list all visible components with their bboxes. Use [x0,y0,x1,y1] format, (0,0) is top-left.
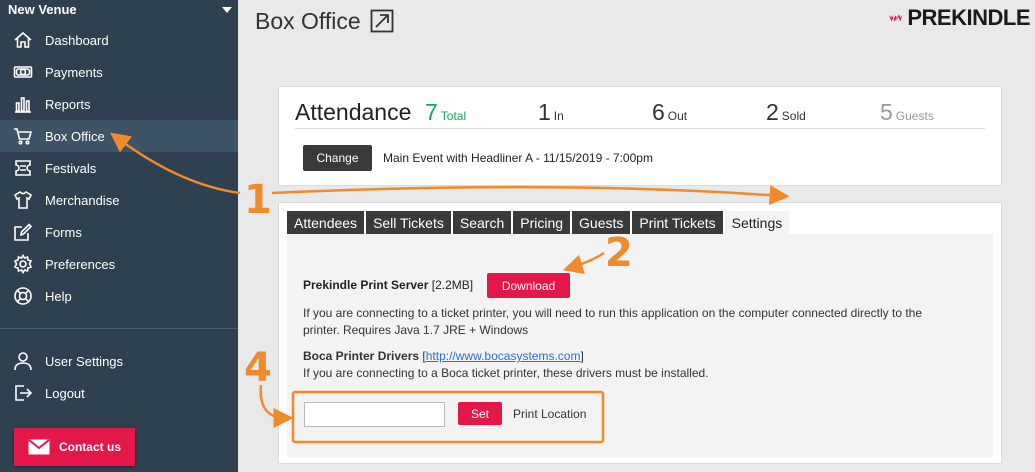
chevron-down-icon[interactable] [222,7,232,13]
sidebar-item-label: Help [45,288,72,304]
sidebar-item-label: Merchandise [45,192,120,208]
sidebar-item-label: Festivals [45,160,97,176]
sidebar-item-dashboard[interactable]: Dashboard [0,24,238,56]
print-server-desc-line-2: printer. Requires Java 1.7 JRE + Windows [303,323,529,337]
edit-icon [12,222,34,242]
cart-icon [12,126,34,146]
boca-drivers-label: Boca Printer Drivers [303,349,420,363]
annotation-number-4: 4 [244,345,272,391]
tab-bar: Attendees Sell Tickets Search Pricing Gu… [287,211,791,234]
print-server-description: If you are connecting to a ticket printe… [303,305,993,339]
sidebar-item-forms[interactable]: Forms [0,216,238,248]
money-icon [12,62,34,82]
stat-label: In [553,109,564,123]
help-icon [12,286,34,306]
stat-guests: 5 Guests [880,99,934,126]
sidebar-item-help[interactable]: Help [0,280,238,312]
flame-logo-icon [888,14,903,22]
box-office-tabs-card: Attendees Sell Tickets Search Pricing Gu… [278,202,1002,464]
tab-sell-tickets[interactable]: Sell Tickets [366,211,451,234]
sidebar-item-label: Preferences [45,256,116,272]
stat-label: Out [667,109,688,123]
stat-out: 6 Out [652,99,687,126]
sidebar-item-preferences[interactable]: Preferences [0,248,238,280]
prekindle-logo: PREKINDLE [888,2,1030,34]
settings-panel: Prekindle Print Server [2.2MB] Download … [287,234,993,458]
print-location-label: Print Location [513,407,587,421]
set-location-button[interactable]: Set [458,402,502,425]
sidebar-item-label: Box Office [45,128,105,144]
sidebar-item-reports[interactable]: Reports [0,88,238,120]
sidebar: New Venue Dashboard Payments Reports Box… [0,0,238,472]
stat-value: 1 [538,99,551,125]
contact-us-label: Contact us [58,440,121,454]
ticket-icon [12,158,34,178]
page-title: Box Office [255,8,361,34]
print-server-label: Prekindle Print Server [303,278,429,292]
annotation-number-1: 1 [244,177,272,223]
stat-total: 7 Total [425,99,466,126]
external-link-icon[interactable] [370,9,394,33]
annotation-number-2: 2 [605,230,633,276]
download-button[interactable]: Download [487,273,570,298]
print-location-input[interactable] [304,402,445,427]
sidebar-item-label: User Settings [45,353,124,369]
print-server-size: [2.2MB] [431,278,474,292]
logo-text: PREKINDLE [907,5,1030,30]
user-icon [12,351,34,371]
envelope-icon [28,439,50,455]
bar-chart-icon [12,94,34,114]
stat-sold: 2 Sold [766,99,806,126]
tab-settings[interactable]: Settings [724,211,790,234]
stat-value: 5 [880,99,893,125]
stat-value: 2 [766,99,779,125]
sidebar-item-label: Dashboard [45,32,109,48]
sidebar-item-label: Payments [45,64,103,80]
sidebar-item-label: Forms [45,224,82,240]
logout-icon [12,383,34,403]
attendance-card: Attendance 7 Total 1 In 6 Out 2 Sold 5 Guests… [278,86,1002,186]
sidebar-item-user-settings[interactable]: User Settings [0,345,238,377]
print-server-desc-line-1: If you are connecting to a ticket printe… [303,306,923,320]
boca-drivers-description: If you are connecting to a Boca ticket p… [303,366,709,380]
print-server-heading: Prekindle Print Server [2.2MB] [303,278,473,292]
tab-pricing[interactable]: Pricing [513,211,571,234]
attendance-title: Attendance [295,99,412,125]
sidebar-item-logout[interactable]: Logout [0,377,238,409]
stat-label: Guests [895,109,934,123]
gear-icon [12,254,34,274]
stat-value: 6 [652,99,665,125]
tab-print-tickets[interactable]: Print Tickets [632,211,723,234]
sidebar-divider [0,328,238,329]
event-name: Main Event with Headliner A - 11/15/2019… [383,151,653,165]
home-icon [12,30,34,50]
venue-name[interactable]: New Venue [8,2,77,17]
boca-drivers-heading: Boca Printer Drivers [http://www.bocasys… [303,349,584,363]
stat-label: Sold [781,109,806,123]
shirt-icon [12,190,34,210]
attendance-summary: Attendance 7 Total 1 In 6 Out 2 Sold 5 Guests [295,97,985,129]
stat-value: 7 [425,99,438,125]
sidebar-item-label: Reports [45,96,91,112]
change-event-button[interactable]: Change [303,145,372,171]
sidebar-item-payments[interactable]: Payments [0,56,238,88]
sidebar-item-label: Logout [45,385,85,401]
sidebar-item-box-office[interactable]: Box Office [0,120,238,152]
sidebar-item-merchandise[interactable]: Merchandise [0,184,238,216]
sidebar-item-festivals[interactable]: Festivals [0,152,238,184]
tab-search[interactable]: Search [452,211,512,234]
boca-systems-link[interactable]: http://www.bocasystems.com [426,349,581,363]
stat-in: 1 In [538,99,564,126]
contact-us-button[interactable]: Contact us [14,428,135,466]
annotation-arrow-1b [271,185,790,206]
tab-attendees[interactable]: Attendees [287,211,365,234]
stat-label: Total [440,109,467,123]
